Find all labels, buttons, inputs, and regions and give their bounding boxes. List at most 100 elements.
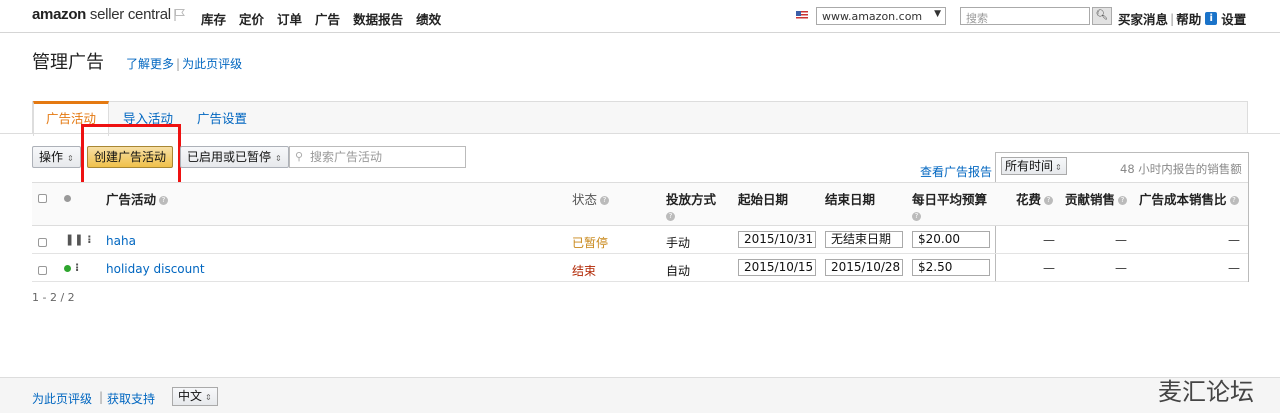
header-sales[interactable]: 贡献销售? [1065,189,1128,208]
select-all-checkbox[interactable] [38,194,47,203]
tab-bar: 广告活动 导入活动 广告设置 [32,101,1248,136]
caret-down-icon: ▼ [934,9,941,19]
separator: | [99,390,104,404]
view-ad-report-link[interactable]: 查看广告报告 [920,163,992,180]
learn-more-link[interactable]: 了解更多 [126,57,174,71]
help-icon[interactable]: ? [600,196,610,205]
marketplace-value: www.amazon.com [822,10,923,23]
help-icon[interactable]: ? [1044,196,1054,205]
title-links: 了解更多 | 为此页评级 [126,55,242,72]
footer-support-link[interactable]: 获取支持 [107,390,155,407]
pagination-info: 1 - 2 / 2 [32,291,75,304]
updown-icon: ⇕ [67,154,74,163]
table-header: 广告活动? 状态? 投放方式? 起始日期 结束日期 每日平均预算? 花费? 贡献… [32,182,1248,226]
row-checkbox[interactable] [38,266,47,275]
targeting-type: 自动 [666,264,691,278]
status-badge: 结束 [572,264,597,278]
row-checkbox[interactable] [38,238,47,247]
header-budget-label: 每日平均预算 [912,192,988,207]
actions-label: 操作 [39,150,64,164]
header-end-date[interactable]: 结束日期 [825,189,875,208]
nav-reports[interactable]: 数据报告 [353,9,403,28]
filter-label: 已启用或已暂停 [187,150,272,164]
start-date-input[interactable]: 2015/10/31 [738,231,816,248]
language-value: 中文 [178,389,203,403]
header-start-date[interactable]: 起始日期 [738,189,788,208]
header-spend-label: 花费 [1016,192,1042,207]
watermark: 麦汇论坛 [1158,378,1254,406]
end-date-input[interactable]: 2015/10/28 [825,259,903,276]
search-icon: ⚲ [295,150,304,163]
sales-note: 48 小时内报告的销售额 [1120,162,1242,176]
header-acos-label: 广告成本销售比 [1139,192,1227,207]
spend-value: — [1043,233,1055,247]
targeting-type: 手动 [666,236,691,250]
budget-input[interactable]: $2.50 [912,259,990,276]
help-icon[interactable]: ? [666,212,675,221]
updown-icon: ⇕ [275,154,282,163]
footer-rate-page-link[interactable]: 为此页评级 [32,390,92,407]
logo-text-bold: amazon [32,6,87,23]
campaign-search-input[interactable]: ⚲ 搜索广告活动 [289,146,466,168]
us-flag-icon [796,11,808,20]
header-campaign[interactable]: 广告活动? [106,189,169,208]
header-campaign-label: 广告活动 [106,192,157,207]
buyer-messages-link[interactable]: 买家消息 [1118,9,1168,28]
time-range-select[interactable]: 所有时间 ⇕ [1001,157,1067,175]
search-placeholder: 搜索广告活动 [310,150,383,164]
rate-page-link[interactable]: 为此页评级 [182,57,242,71]
help-icon[interactable]: ? [1118,196,1128,205]
separator: | [176,57,181,71]
help-link[interactable]: 帮助 [1176,9,1201,28]
tab-ad-settings[interactable]: 广告设置 [197,102,247,135]
nav-pricing[interactable]: 定价 [239,9,264,28]
sales-value: — [1115,261,1127,275]
header-daily-budget[interactable]: 每日平均预算? [912,189,987,223]
top-search-input[interactable]: 搜索 [960,7,1090,25]
time-range-value: 所有时间 [1005,159,1054,173]
nav-performance[interactable]: 绩效 [416,9,441,28]
nav-inventory[interactable]: 库存 [201,9,226,28]
campaign-name-link[interactable]: haha [106,234,136,248]
header-spend[interactable]: 花费? [1016,189,1054,208]
logo-text-light: seller central [86,6,171,23]
header-acos[interactable]: 广告成本销售比? [1139,189,1239,208]
state-header-icon [64,195,71,202]
seller-central-logo[interactable]: amazon seller central [32,6,171,23]
settings-link[interactable]: 设置 [1221,9,1246,28]
pause-icon[interactable]: ❚❚ ⁝ [65,233,91,246]
page-title: 管理广告 [32,52,104,73]
acos-value: — [1228,233,1240,247]
info-icon[interactable]: i [1205,12,1218,25]
end-date-input[interactable]: 无结束日期 [825,231,903,248]
more-icon[interactable]: ⁝ [75,261,79,274]
updown-icon: ⇕ [1055,163,1062,172]
main-nav: 库存 定价 订单 广告 数据报告 绩效 [201,9,454,28]
highlight-box [81,124,181,188]
updown-icon: ⇕ [205,393,212,402]
status-filter-dropdown[interactable]: 已启用或已暂停 ⇕ [180,146,289,168]
header-targeting[interactable]: 投放方式? [666,189,716,223]
table-row: ❚❚ ⁝ haha 已暂停 手动 2015/10/31 无结束日期 $20.00… [32,227,1248,254]
nav-advertising[interactable]: 广告 [315,9,340,28]
help-icon[interactable]: ? [912,212,921,221]
help-icon[interactable]: ? [1229,196,1239,205]
separator: | [1170,11,1175,26]
nav-orders[interactable]: 订单 [277,9,302,28]
tab-divider [0,133,1280,134]
top-links: 买家消息 | 帮助 i 设置 [1118,9,1246,28]
actions-dropdown[interactable]: 操作 ⇕ [32,146,81,168]
budget-input[interactable]: $20.00 [912,231,990,248]
acos-value: — [1228,261,1240,275]
header-targeting-label: 投放方式 [666,192,717,207]
marketplace-select[interactable]: www.amazon.com ▼ [816,7,946,25]
enabled-status-icon[interactable] [64,265,71,272]
header-status[interactable]: 状态? [572,189,610,208]
help-icon[interactable]: ? [159,196,169,205]
status-badge: 已暂停 [572,236,609,250]
search-icon[interactable]: 🔍︎ [1092,7,1112,25]
language-select[interactable]: 中文 ⇕ [172,387,218,406]
flag-icon[interactable] [174,8,186,22]
start-date-input[interactable]: 2015/10/15 [738,259,816,276]
campaign-name-link[interactable]: holiday discount [106,262,205,276]
